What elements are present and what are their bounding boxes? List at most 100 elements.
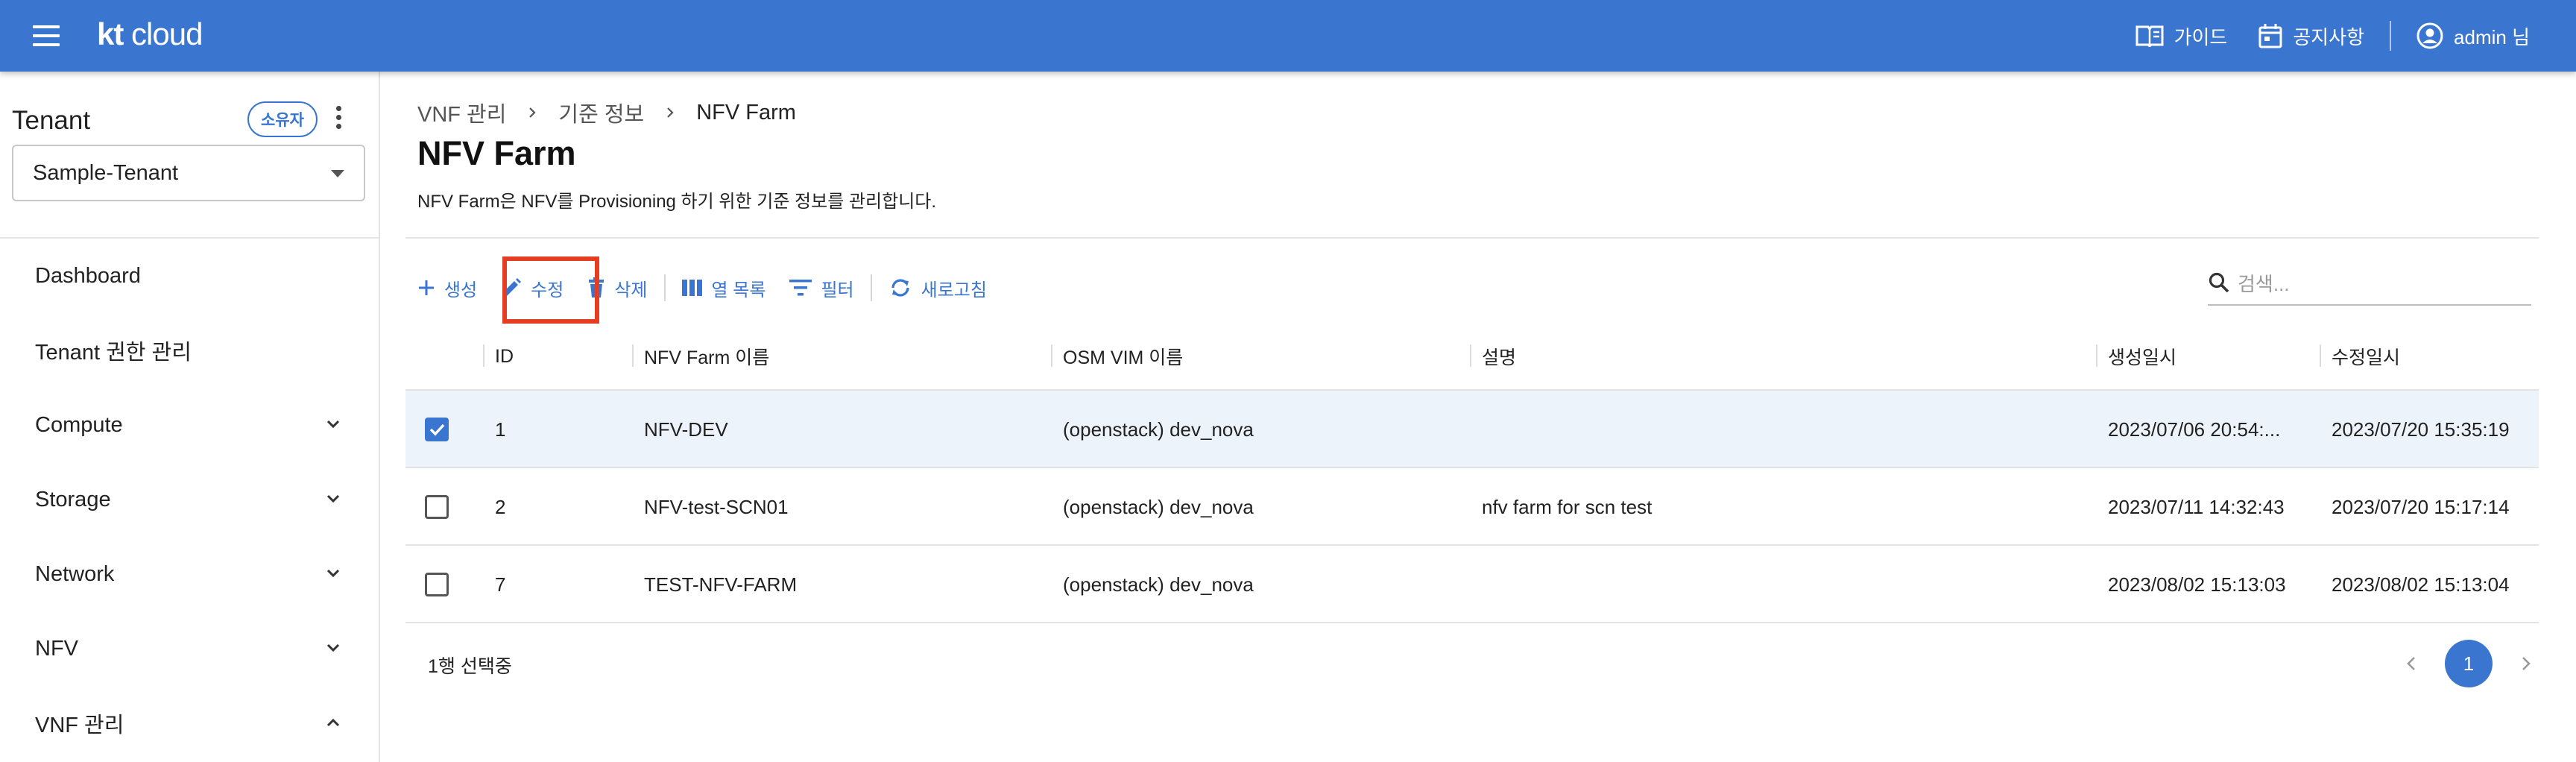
table-row[interactable]: 7 TEST-NFV-FARM (openstack) dev_nova 202… (405, 546, 2539, 623)
cell-id: 1 (495, 418, 506, 441)
breadcrumb: VNF 관리 기준 정보 NFV Farm (417, 97, 796, 128)
main-content: VNF 관리 기준 정보 NFV Farm NFV Farm NFV Farm은… (382, 72, 2576, 762)
sidebar-item-label: NFV (35, 636, 78, 661)
tenant-select[interactable]: Sample-Tenant (12, 145, 365, 201)
column-header-desc[interactable]: 설명 (1470, 322, 1516, 391)
tenant-select-value: Sample-Tenant (33, 160, 179, 185)
sidebar-item-label: Tenant 권한 관리 (35, 341, 192, 365)
table-header: ID NFV Farm 이름 OSM VIM 이름 설명 생성일시 수정일시 (405, 322, 2539, 391)
chevron-right-icon (529, 107, 536, 118)
table-footer: 1행 선택중 1 (405, 626, 2539, 701)
chevron-down-icon (326, 494, 340, 503)
cell-name: TEST-NFV-FARM (644, 573, 798, 596)
filter-icon (789, 280, 812, 296)
sidebar-item-dashboard[interactable]: Dashboard (0, 239, 379, 313)
edit-button-highlight (502, 256, 599, 324)
prev-page-button[interactable] (2399, 651, 2424, 676)
header-divider (405, 237, 2539, 239)
columns-label: 열 목록 (711, 280, 766, 300)
sidebar-nav: Dashboard Tenant 권한 관리 Compute Storage N… (0, 239, 379, 761)
sidebar-item-nfv[interactable]: NFV (0, 611, 379, 686)
row-checkbox[interactable] (425, 495, 449, 519)
guide-label: 가이드 (2174, 25, 2228, 48)
menu-icon[interactable] (33, 25, 60, 46)
breadcrumb-item-vnf[interactable]: VNF 관리 (417, 97, 506, 128)
sidebar-item-vnf-management[interactable]: VNF 관리 (0, 686, 379, 761)
book-icon (2135, 25, 2164, 47)
create-button[interactable]: 생성 (405, 265, 489, 310)
sidebar-item-label: Network (35, 561, 115, 586)
filter-label: 필터 (821, 280, 854, 300)
cell-created: 2023/07/11 14:32:43 (2108, 495, 2285, 518)
guide-link[interactable]: 가이드 (2135, 22, 2228, 50)
create-label: 생성 (444, 280, 478, 300)
page-description: NFV Farm은 NFV를 Provisioning 하기 위한 기준 정보를… (417, 192, 937, 212)
column-header-created[interactable]: 생성일시 (2096, 322, 2176, 391)
toolbar-divider (870, 274, 872, 301)
chevron-up-icon (326, 718, 340, 727)
sidebar-item-network[interactable]: Network (0, 537, 379, 611)
row-checkbox[interactable] (425, 418, 449, 441)
kt-cloud-logo[interactable]: kt cloud (97, 16, 203, 52)
cell-created: 2023/08/02 15:13:03 (2108, 573, 2286, 596)
check-icon (429, 423, 445, 436)
cell-desc: nfv farm for scn test (1482, 495, 1652, 518)
breadcrumb-item-base-info[interactable]: 기준 정보 (558, 97, 644, 128)
column-header-updated[interactable]: 수정일시 (2320, 322, 2400, 391)
tenant-title: Tenant (12, 106, 91, 135)
selection-count: 1행 선택중 (428, 656, 512, 677)
sidebar-item-storage[interactable]: Storage (0, 462, 379, 537)
filter-button[interactable]: 필터 (777, 265, 865, 310)
chevron-right-icon (667, 107, 674, 118)
table-row[interactable]: 2 NFV-test-SCN01 (openstack) dev_nova nf… (405, 468, 2539, 546)
refresh-button[interactable]: 새로고침 (877, 265, 999, 310)
sidebar-item-compute[interactable]: Compute (0, 388, 379, 462)
cell-updated: 2023/07/20 15:35:19 (2332, 418, 2510, 441)
page-button-current[interactable]: 1 (2445, 640, 2493, 687)
pagination: 1 (2399, 640, 2539, 687)
owner-badge: 소유자 (247, 101, 318, 137)
cell-id: 2 (495, 495, 506, 518)
search-input[interactable]: 검색... (2208, 261, 2531, 306)
toolbar-divider (663, 274, 666, 301)
refresh-icon (891, 279, 909, 297)
delete-label: 삭제 (614, 280, 648, 300)
row-checkbox[interactable] (425, 573, 449, 596)
more-vert-icon[interactable] (334, 106, 343, 131)
chevron-down-icon (326, 569, 340, 578)
cell-id: 7 (495, 573, 506, 596)
cell-vim: (openstack) dev_nova (1063, 418, 1254, 441)
refresh-label: 새로고침 (921, 280, 987, 300)
cell-updated: 2023/08/02 15:13:04 (2332, 573, 2510, 596)
column-header-name[interactable]: NFV Farm 이름 (632, 322, 769, 391)
top-app-bar: kt cloud 가이드 공지사항 admin 님 (0, 0, 2576, 72)
column-header-vim[interactable]: OSM VIM 이름 (1051, 322, 1183, 391)
cell-name: NFV-DEV (644, 418, 728, 441)
notice-label: 공지사항 (2293, 25, 2365, 48)
chevron-down-icon (326, 643, 340, 652)
columns-button[interactable]: 열 목록 (670, 265, 778, 310)
sidebar-item-tenant-permission[interactable]: Tenant 권한 관리 (0, 313, 379, 388)
notice-link[interactable]: 공지사항 (2258, 22, 2364, 50)
chevron-left-icon (2407, 657, 2415, 670)
account-circle-icon (2416, 22, 2443, 49)
sidebar-item-label: Compute (35, 412, 123, 437)
cell-updated: 2023/07/20 15:17:14 (2332, 495, 2510, 518)
search-icon (2209, 272, 2229, 293)
page-title: NFV Farm (417, 134, 576, 172)
cell-vim: (openstack) dev_nova (1063, 495, 1254, 518)
user-menu[interactable]: admin 님 (2416, 22, 2530, 50)
search-placeholder: 검색... (2238, 272, 2290, 295)
toolbar: 생성 수정 삭제 열 목록 필터 새로고침 (405, 258, 999, 318)
dropdown-arrow-icon (331, 170, 344, 177)
next-page-button[interactable] (2513, 651, 2539, 676)
table-row[interactable]: 1 NFV-DEV (openstack) dev_nova 2023/07/0… (405, 391, 2539, 468)
calendar-icon (2258, 24, 2282, 48)
add-icon (419, 280, 434, 295)
sidebar-item-label: Storage (35, 487, 111, 511)
topbar-divider (2390, 21, 2392, 51)
column-header-id[interactable]: ID (483, 322, 514, 391)
chevron-right-icon (2522, 657, 2531, 670)
cell-name: NFV-test-SCN01 (644, 495, 789, 518)
breadcrumb-item-current: NFV Farm (696, 100, 796, 125)
